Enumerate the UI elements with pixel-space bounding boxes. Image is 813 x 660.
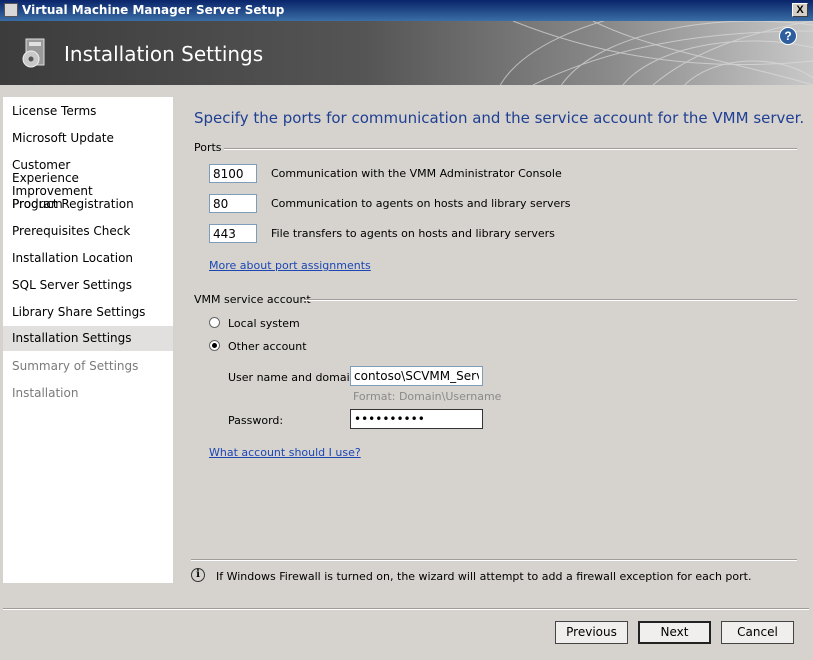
- username-label: User name and domain:: [228, 371, 361, 384]
- nav-item-product-registration: Product Registration: [12, 197, 134, 211]
- console-port-label: Communication with the VMM Administrator…: [271, 167, 562, 180]
- cancel-button[interactable]: Cancel: [721, 621, 794, 644]
- nav-item-installation-settings: Installation Settings: [3, 326, 173, 351]
- page-title: Installation Settings: [64, 42, 264, 66]
- close-button[interactable]: X: [792, 3, 808, 17]
- ports-divider: [224, 148, 797, 150]
- wizard-steps-nav: License Terms Microsoft Update Customer …: [3, 97, 173, 583]
- nav-item-library-share-settings: Library Share Settings: [12, 305, 146, 319]
- local-system-radio[interactable]: [209, 317, 220, 328]
- previous-button[interactable]: Previous: [555, 621, 628, 644]
- nav-item-installation: Installation: [12, 386, 79, 400]
- globe-decoration: [499, 21, 813, 85]
- app-icon: [4, 3, 18, 17]
- username-format-hint: Format: Domain\Username: [353, 390, 502, 403]
- info-icon: i: [191, 568, 205, 582]
- title-bar: Virtual Machine Manager Server Setup X: [0, 0, 813, 21]
- footer-divider: [3, 608, 809, 610]
- nav-item-license-terms: License Terms: [12, 104, 97, 118]
- file-transfer-port-label: File transfers to agents on hosts and li…: [271, 227, 555, 240]
- account-help-link[interactable]: What account should I use?: [209, 446, 361, 459]
- next-button[interactable]: Next: [638, 621, 711, 644]
- password-label: Password:: [228, 414, 284, 427]
- help-icon[interactable]: ?: [779, 27, 797, 45]
- service-account-divider: [304, 299, 797, 301]
- console-port-input[interactable]: [209, 164, 257, 183]
- firewall-info-text: If Windows Firewall is turned on, the wi…: [216, 570, 752, 583]
- nav-item-summary-of-settings: Summary of Settings: [12, 359, 139, 373]
- agent-port-input[interactable]: [209, 194, 257, 213]
- header-banner: Installation Settings ?: [0, 21, 813, 85]
- file-transfer-port-input[interactable]: [209, 224, 257, 243]
- password-input[interactable]: [350, 409, 483, 429]
- nav-item-microsoft-update: Microsoft Update: [12, 131, 114, 145]
- window-title: Virtual Machine Manager Server Setup: [22, 3, 285, 17]
- username-input[interactable]: [350, 366, 483, 386]
- ports-group-label: Ports: [194, 141, 222, 154]
- info-divider: [191, 559, 797, 561]
- page-heading: Specify the ports for communication and …: [194, 109, 805, 127]
- nav-item-prerequisites-check: Prerequisites Check: [12, 224, 131, 238]
- other-account-radio[interactable]: [209, 340, 220, 351]
- agent-port-label: Communication to agents on hosts and lib…: [271, 197, 571, 210]
- main-panel: Specify the ports for communication and …: [174, 89, 809, 609]
- setup-disc-icon: [22, 38, 45, 68]
- other-account-label[interactable]: Other account: [228, 340, 307, 353]
- nav-item-sql-server-settings: SQL Server Settings: [12, 278, 132, 292]
- port-assignments-link[interactable]: More about port assignments: [209, 259, 371, 272]
- nav-item-installation-location: Installation Location: [12, 251, 134, 265]
- local-system-label[interactable]: Local system: [228, 317, 300, 330]
- service-account-group-label: VMM service account: [194, 293, 311, 306]
